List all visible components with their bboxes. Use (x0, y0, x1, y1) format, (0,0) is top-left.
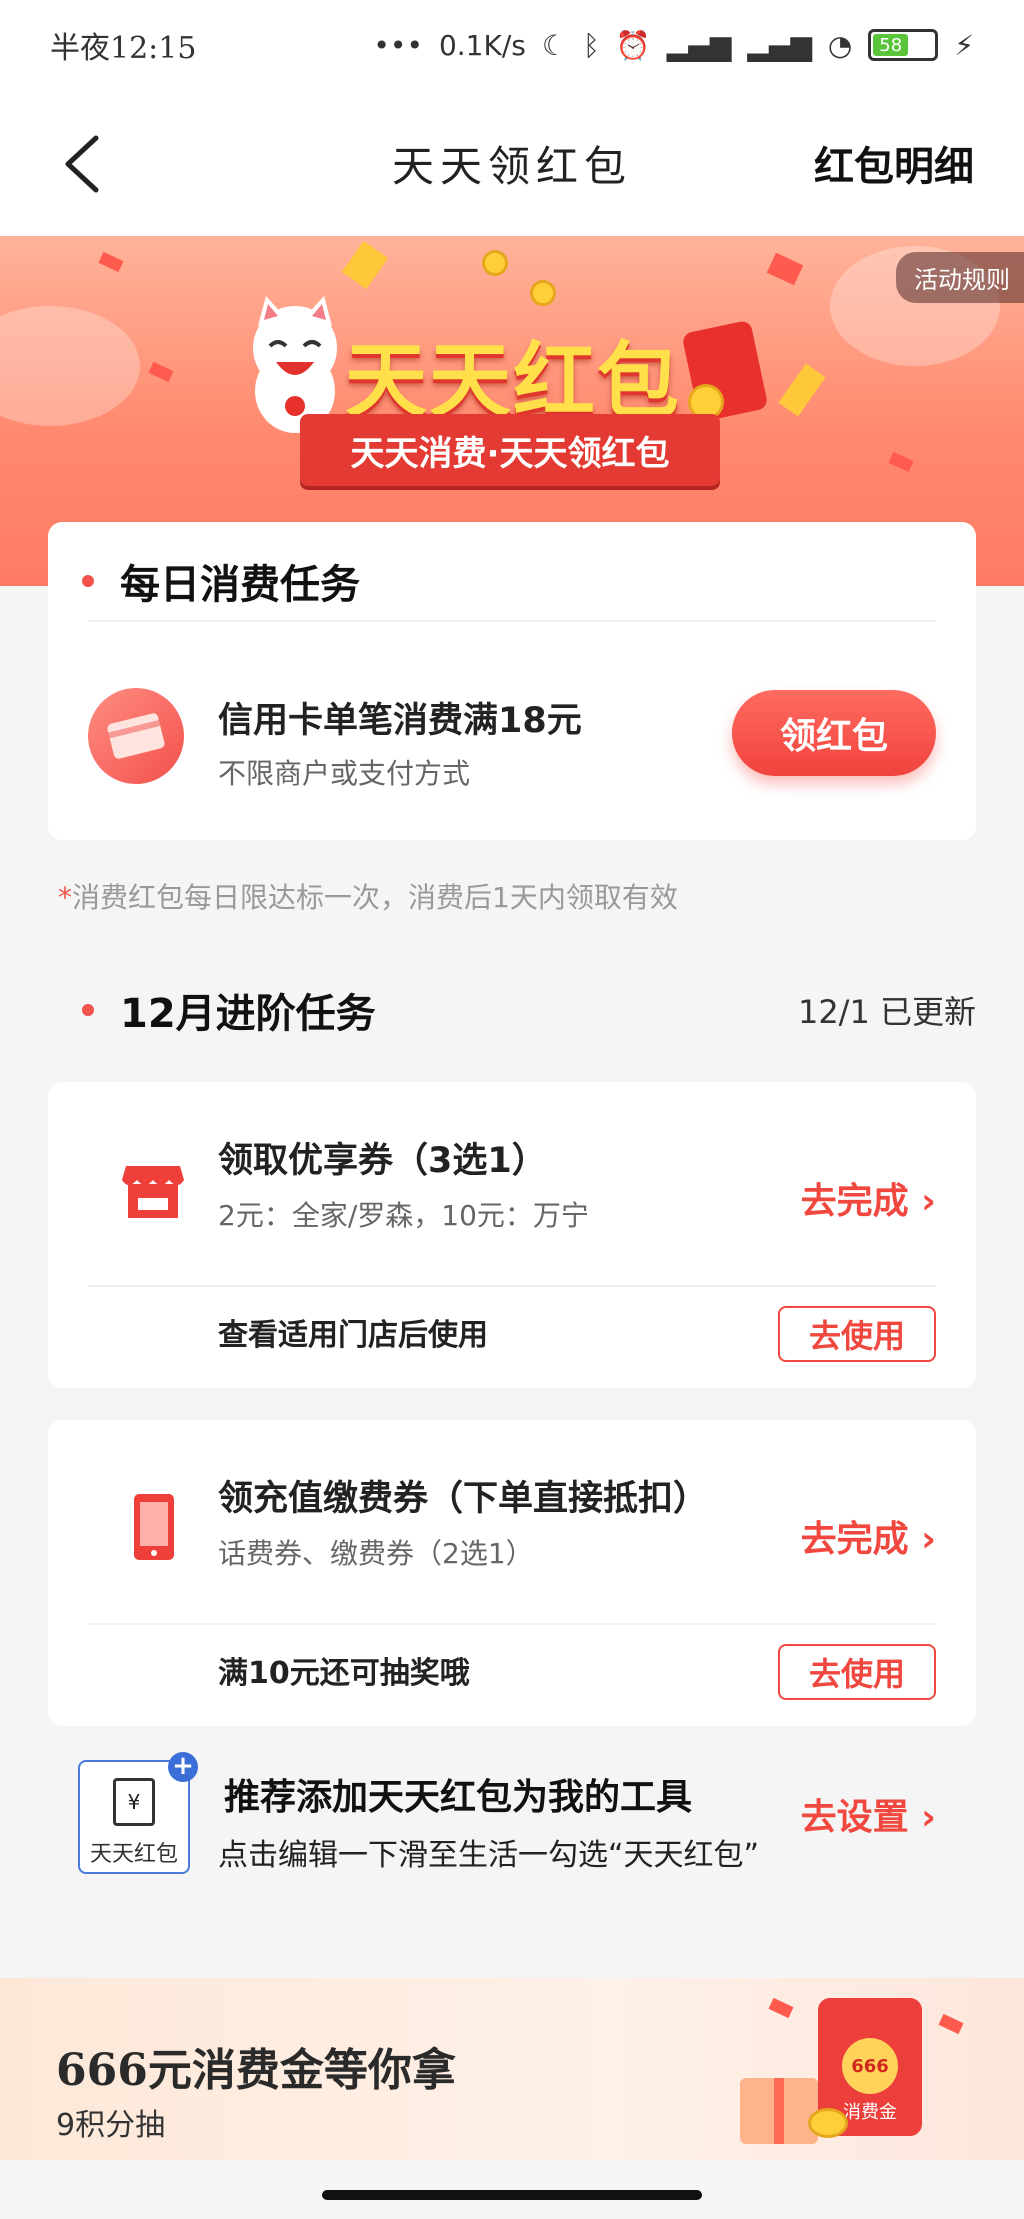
daily-task-subtitle: 不限商户或支付方式 (218, 757, 471, 790)
task-subtitle: 2元：全家/罗森，10元：万宁 (218, 1199, 589, 1232)
chevron-right-icon: › (921, 1519, 936, 1560)
signal-icon-2: ▂▄▆ (747, 28, 812, 62)
wifi-icon: ◔ (827, 28, 853, 62)
go-settings-link[interactable]: 去设置 › (801, 1788, 936, 1840)
activity-rules-button[interactable]: 活动规则 (896, 252, 1024, 303)
more-dots-icon: ••• (373, 28, 423, 62)
battery-icon: 58 (868, 29, 939, 61)
tool-shortcut-icon: ¥ 天天红包 + (78, 1752, 198, 1874)
home-indicator[interactable] (322, 2190, 702, 2200)
page: 半夜12:15 ••• 0.1K/s ☾ ᛒ ⏰ ▂▄▆ ▂▄▆ ◔ 58 ⚡ … (0, 0, 1024, 2219)
daily-section-title-text: 每日消费任务 (120, 562, 360, 608)
go-complete-label: 去完成 (800, 1181, 909, 1222)
task-title: 领充值缴费券（下单直接抵扣） (218, 1479, 709, 1519)
confetti (888, 451, 914, 473)
promo-subtitle: 9积分抽 (56, 2108, 166, 2143)
bullet-dot (82, 1004, 94, 1016)
status-bar: 半夜12:15 ••• 0.1K/s ☾ ᛒ ⏰ ▂▄▆ ▂▄▆ ◔ 58 ⚡ (0, 0, 1024, 90)
promo-banner[interactable]: 666元消费金等你拿 9积分抽 666 消费金 (0, 1978, 1024, 2160)
coin-decoration (808, 2108, 848, 2138)
note-star: * (58, 881, 72, 914)
charging-icon: ⚡ (954, 28, 974, 62)
store-icon (122, 1166, 184, 1218)
signal-icon: ▂▄▆ (666, 28, 732, 62)
divider (88, 1623, 936, 1625)
gold-confetti (778, 363, 826, 417)
daily-note: *消费红包每日限达标一次，消费后1天内领取有效 (58, 876, 678, 916)
task-title: 领取优享券（3选1） (218, 1141, 547, 1181)
task-footnote: 查看适用门店后使用 (218, 1318, 488, 1353)
gift-box-icon (740, 2078, 818, 2144)
moon-icon: ☾ (541, 28, 567, 62)
red-packet-icon: ¥ (113, 1778, 155, 1826)
coin-decoration (530, 280, 556, 306)
tool-icon-label: 天天红包 (89, 1842, 178, 1867)
go-settings-label: 去设置 (800, 1797, 909, 1838)
confetti (766, 252, 804, 286)
credit-card-icon (88, 688, 184, 784)
divider (88, 1285, 936, 1287)
go-use-button[interactable]: 去使用 (778, 1644, 936, 1700)
bullet-dot (82, 575, 94, 587)
divider (88, 620, 936, 622)
note-text: 消费红包每日限达标一次，消费后1天内领取有效 (72, 881, 678, 914)
red-packet-detail-link[interactable]: 红包明细 (814, 134, 974, 192)
daily-task-title: 信用卡单笔消费满18元 (218, 701, 582, 741)
cloud-decoration (0, 306, 140, 426)
monthly-task-card: 领取优享券（3选1） 2元：全家/罗森，10元：万宁 去完成 › 查看适用门店后… (48, 1082, 976, 1388)
confetti (98, 251, 124, 273)
net-speed: 0.1K/s (438, 28, 526, 62)
updated-label: 12/1 已更新 (797, 993, 976, 1031)
chevron-right-icon: › (921, 1181, 936, 1222)
nav-bar: 天天领红包 红包明细 (0, 90, 1024, 236)
plus-icon: + (168, 1752, 198, 1782)
task-subtitle: 话费券、缴费券（2选1） (218, 1537, 534, 1570)
confetti (938, 2013, 964, 2035)
go-complete-link[interactable]: 去完成 › (801, 1510, 936, 1562)
status-icons: ••• 0.1K/s ☾ ᛒ ⏰ ▂▄▆ ▂▄▆ ◔ 58 ⚡ (373, 29, 974, 62)
monthly-section-title-text: 12月进阶任务 (120, 991, 376, 1037)
tool-title: 推荐添加天天红包为我的工具 (224, 1777, 693, 1818)
monthly-task-card: 领充值缴费券（下单直接抵扣） 话费券、缴费券（2选1） 去完成 › 满10元还可… (48, 1420, 976, 1726)
tool-subtitle: 点击编辑一下滑至生活一勾选“天天红包” (218, 1838, 760, 1873)
confetti (768, 1997, 794, 2019)
alarm-icon: ⏰ (615, 28, 651, 62)
daily-section-title: 每日消费任务 (82, 552, 360, 610)
monthly-section-title: 12月进阶任务 (82, 981, 376, 1039)
go-complete-link[interactable]: 去完成 › (801, 1172, 936, 1224)
go-complete-label: 去完成 (800, 1519, 909, 1560)
go-use-button[interactable]: 去使用 (778, 1306, 936, 1362)
confetti (148, 361, 174, 383)
battery-level: 58 (873, 34, 909, 56)
task-footnote: 满10元还可抽奖哦 (218, 1656, 470, 1691)
recommend-tool-row: ¥ 天天红包 + 推荐添加天天红包为我的工具 点击编辑一下滑至生活一勾选“天天红… (48, 1744, 976, 1922)
status-time: 半夜12:15 (50, 31, 197, 66)
hero-ribbon: 天天消费·天天领红包 (264, 414, 756, 496)
monthly-section-header: 12月进阶任务 12/1 已更新 (48, 980, 976, 1040)
claim-red-packet-button[interactable]: 领红包 (732, 690, 936, 776)
phone-icon (134, 1494, 174, 1560)
promo-title: 666元消费金等你拿 (56, 2045, 456, 2096)
daily-task-card: 每日消费任务 信用卡单笔消费满18元 不限商户或支付方式 领红包 (48, 522, 976, 840)
coin-decoration (482, 250, 508, 276)
gold-confetti (341, 240, 389, 290)
chevron-right-icon: › (921, 1797, 936, 1838)
bluetooth-icon: ᛒ (582, 28, 600, 62)
red-packet-amount: 666 (842, 2038, 898, 2094)
